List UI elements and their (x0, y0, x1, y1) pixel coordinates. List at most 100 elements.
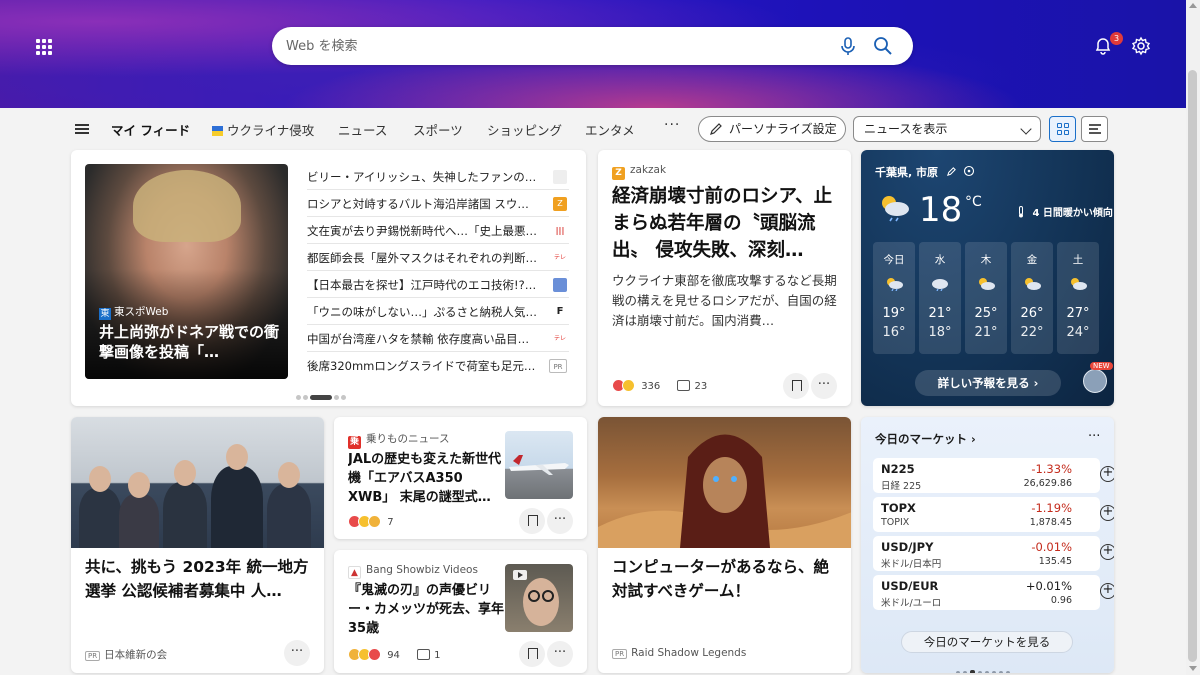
tab-news[interactable]: ニュース (338, 120, 387, 139)
page-scrollbar[interactable] (1186, 0, 1200, 675)
add-to-watchlist-icon[interactable] (1100, 465, 1114, 482)
ad-sponsor: PR 日本維新の会 (85, 647, 167, 662)
app-launcher-icon[interactable] (36, 39, 52, 55)
video-thumbnail[interactable] (505, 564, 573, 632)
personalize-button[interactable]: パーソナライズ設定 (698, 116, 846, 142)
forecast-day[interactable]: 金 26° 22° (1011, 242, 1053, 354)
headline-item[interactable]: 中国が台湾産ハタを禁輸 依存度高い品目… テレ (307, 326, 569, 352)
headline-item[interactable]: 「ウニの味がしない…」ぷるさと納税人気の… F (307, 299, 569, 325)
more-options-button[interactable] (547, 641, 573, 667)
search-input[interactable] (286, 27, 826, 65)
ishin-ad-card[interactable]: 共に、挑もう 2023年 統一地方選挙 公認候補者募集中 人… PR 日本維新の会 (71, 417, 324, 673)
gear-icon[interactable] (1131, 36, 1151, 56)
zakzak-logo-icon: Z (612, 167, 625, 180)
headline-item[interactable]: 【日本最古を探せ】江戸時代のエコ技術!?… (307, 272, 569, 298)
more-options-button[interactable] (811, 373, 837, 399)
headline-item[interactable]: 文在寅が去り尹錫悦新時代へ…「史上最悪… ||| (307, 218, 569, 244)
weather-location[interactable]: 千葉県, 市原 (875, 164, 975, 180)
article-source: ▲ Bang Showbiz Videos (348, 564, 478, 579)
more-options-button[interactable] (547, 508, 573, 534)
weather-card[interactable]: 千葉県, 市原 18 °C 4 日間暖かい傾向 今日 19° 16° 水 21°… (861, 150, 1114, 406)
raid-ad-card[interactable]: コンピューターがあるなら、絶対試すべきゲーム！ PR Raid Shadow Le… (598, 417, 851, 673)
reactions-bar[interactable]: 7 (348, 515, 394, 528)
location-icon[interactable] (963, 165, 975, 177)
tab-ukraine-label: ウクライナ侵攻 (227, 123, 315, 138)
market-row[interactable]: USD/EUR 米ドル/ユーロ +0.01% 0.96 (873, 575, 1114, 610)
source-logo: 東 (99, 308, 111, 320)
list-view-button[interactable] (1081, 116, 1108, 142)
pencil-icon (710, 123, 722, 135)
add-to-watchlist-icon[interactable] (1100, 504, 1114, 521)
search-icon[interactable] (873, 36, 893, 56)
person-image (513, 570, 559, 626)
more-options-button[interactable] (284, 640, 310, 666)
tab-ukraine[interactable]: ウクライナ侵攻 (212, 120, 314, 139)
bookmark-button[interactable] (783, 373, 809, 399)
view-markets-button[interactable]: 今日のマーケットを見る (901, 631, 1073, 653)
market-row[interactable]: N225 日経 225 -1.33% 26,629.86 (873, 458, 1114, 493)
showbiz-article-card[interactable]: ▲ Bang Showbiz Videos 『鬼滅の刃』の声優ビリー・カメッツが死… (334, 550, 587, 673)
forecast-day[interactable]: 木 25° 21° (965, 242, 1007, 354)
market-title[interactable]: 今日のマーケット › (875, 431, 976, 447)
tab-entertainment[interactable]: エンタメ (585, 120, 635, 139)
bookmark-button[interactable] (519, 508, 545, 534)
reactions-bar[interactable]: 94 1 (348, 648, 440, 661)
temperature-unit[interactable]: °C (965, 194, 982, 210)
edit-location-icon[interactable] (946, 166, 957, 177)
pr-badge: PR (549, 359, 567, 373)
scroll-up-icon[interactable] (1189, 3, 1197, 8)
market-row[interactable]: USD/JPY 米ドル/日本円 -0.01% 135.45 (873, 536, 1114, 571)
ad-image[interactable] (71, 417, 324, 548)
article-title[interactable]: 『鬼滅の刃』の声優ビリー・カメッツが死去、享年35歳 (348, 581, 508, 638)
microphone-icon[interactable] (838, 36, 858, 56)
article-title[interactable]: JALの歴史も変えた新世代機「エアバスA350 XWB」 末尾の謎型式… (348, 450, 508, 507)
norimono-article-card[interactable]: 乗乗りものニュース JALの歴史も変えた新世代機「エアバスA350 XWB」 末… (334, 417, 587, 539)
airplane-thumbnail[interactable] (505, 431, 573, 499)
grid-view-button[interactable] (1049, 116, 1076, 142)
scroll-down-icon[interactable] (1189, 666, 1197, 671)
tab-my-feed[interactable]: マイ フィード (111, 120, 190, 139)
comment-icon[interactable] (417, 649, 431, 660)
ad-title[interactable]: コンピューターがあるなら、絶対試すべきゲーム！ (612, 555, 840, 603)
headline-item[interactable]: 後席320mmロングスライドで荷室も足元… PR (307, 353, 569, 379)
headline-item[interactable]: ビリー・アイリッシュ、失神したファンの… (307, 164, 569, 190)
hero-banner: 3 (0, 0, 1186, 108)
ukraine-flag-icon (212, 126, 223, 136)
ticker-symbol: USD/JPY (881, 540, 934, 554)
tab-sports[interactable]: スポーツ (413, 120, 463, 139)
scrollbar-thumb[interactable] (1188, 70, 1197, 662)
source-icon: Z (553, 197, 567, 211)
weather-avatar-button[interactable]: NEW (1083, 362, 1113, 393)
forecast-day[interactable]: 水 21° 18° (919, 242, 961, 354)
article-title[interactable]: 経済崩壊寸前のロシア、止まらぬ若年層の〝頭脳流出〟 侵攻失敗、深刻… (612, 183, 838, 264)
headline-text: ロシアと対峙するバルト海沿岸諸国 スウ… (307, 197, 529, 211)
detailed-forecast-button[interactable]: 詳しい予報を見る › (915, 370, 1061, 396)
tab-shopping[interactable]: ショッピング (487, 120, 562, 139)
news-display-dropdown[interactable]: ニュースを表示 (853, 116, 1041, 142)
more-options-button[interactable]: ··· (1088, 429, 1100, 444)
market-row[interactable]: TOPX TOPIX -1.19% 1,878.45 (873, 497, 1114, 532)
ad-image[interactable] (598, 417, 851, 548)
headline-item[interactable]: 都医師会長「屋外マスクはそれぞれの判断… テレ (307, 245, 569, 271)
comment-icon[interactable] (677, 380, 691, 391)
more-tabs-button[interactable]: ··· (664, 117, 680, 133)
carousel-headline[interactable]: 井上尚弥がドネア戦での衝撃画像を投稿「… (99, 322, 279, 362)
ad-sponsor-name: 日本維新の会 (104, 649, 168, 661)
headline-item[interactable]: ロシアと対峙するバルト海沿岸諸国 スウ… Z (307, 191, 569, 217)
headline-text: 【日本最古を探せ】江戸時代のエコ技術!?… (307, 278, 537, 292)
bookmark-button[interactable] (519, 641, 545, 667)
zakzak-article-card[interactable]: Zzakzak 経済崩壊寸前のロシア、止まらぬ若年層の〝頭脳流出〟 侵攻失敗、深… (598, 150, 851, 406)
add-to-watchlist-icon[interactable] (1100, 582, 1114, 599)
ad-title[interactable]: 共に、挑もう 2023年 統一地方選挙 公認候補者募集中 人… (85, 555, 313, 603)
search-box[interactable] (272, 27, 913, 65)
reactions-bar[interactable]: 336 23 (612, 379, 707, 392)
add-to-watchlist-icon[interactable] (1100, 543, 1114, 560)
forecast-low: 21° (974, 325, 998, 340)
thermometer-icon (1019, 206, 1023, 218)
reaction-count: 7 (387, 517, 394, 528)
forecast-day[interactable]: 今日 19° 16° (873, 242, 915, 354)
market-pagination[interactable] (956, 660, 1013, 673)
menu-icon[interactable] (75, 124, 89, 134)
carousel-pagination[interactable] (296, 395, 348, 401)
forecast-day[interactable]: 土 27° 24° (1057, 242, 1099, 354)
